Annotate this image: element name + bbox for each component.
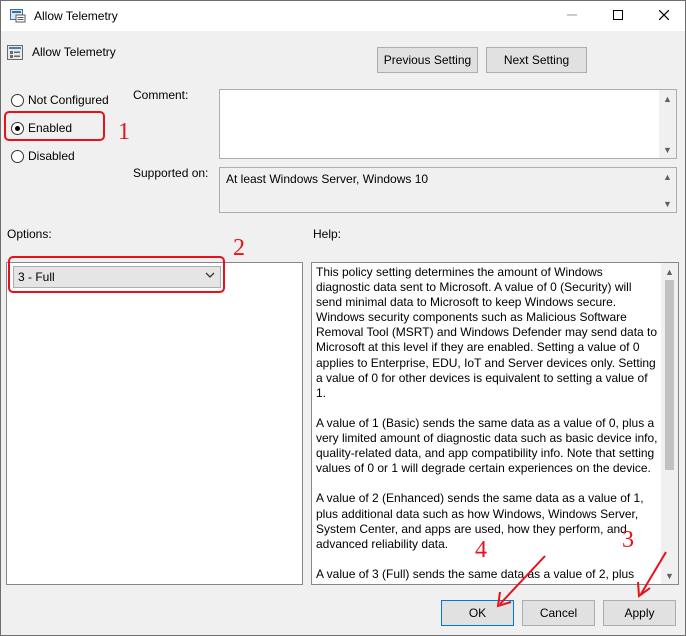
radio-label: Not Configured — [28, 93, 109, 107]
annotation-highlight-enabled — [4, 111, 105, 141]
help-paragraph: A value of 3 (Full) sends the same data … — [316, 566, 635, 581]
comment-scrollbar[interactable]: ▲ ▼ — [659, 90, 676, 158]
chevron-down-icon[interactable]: ▼ — [661, 567, 678, 584]
supported-on-field: At least Windows Server, Windows 10 ▲ ▼ — [219, 167, 677, 213]
options-pane — [6, 262, 303, 585]
close-button[interactable] — [641, 1, 686, 31]
policy-setting-icon — [7, 45, 24, 61]
options-label: Options: — [7, 227, 52, 241]
supported-on-label: Supported on: — [133, 166, 209, 180]
next-setting-button[interactable]: Next Setting — [486, 47, 587, 73]
radio-button[interactable] — [11, 93, 24, 107]
help-scrollbar[interactable]: ▲ ▼ — [661, 263, 678, 584]
radio-not-configured[interactable]: Not Configured — [11, 93, 109, 107]
close-icon — [658, 9, 670, 23]
dialog-window: Allow Telemetry Allow Telemetry Previous… — [0, 0, 686, 636]
help-paragraph: This policy setting determines the amoun… — [316, 265, 658, 400]
annotation-step-2: 2 — [233, 235, 245, 261]
supported-scrollbar[interactable]: ▲ ▼ — [659, 168, 676, 212]
help-paragraph: A value of 2 (Enhanced) sends the same d… — [316, 491, 644, 551]
maximize-button[interactable] — [595, 1, 641, 31]
chevron-up-icon[interactable]: ▲ — [659, 90, 676, 107]
policy-settings-icon — [10, 9, 26, 23]
minimize-button[interactable] — [549, 1, 595, 31]
radio-label: Disabled — [28, 149, 75, 163]
window-title: Allow Telemetry — [34, 9, 118, 23]
title-bar[interactable]: Allow Telemetry — [1, 1, 685, 31]
chevron-down-icon[interactable]: ▼ — [659, 195, 676, 212]
annotation-step-4: 4 — [475, 537, 487, 563]
annotation-step-1: 1 — [118, 119, 130, 145]
radio-button[interactable] — [11, 149, 24, 163]
apply-button[interactable]: Apply — [603, 600, 676, 626]
radio-disabled[interactable]: Disabled — [11, 149, 75, 163]
chevron-down-icon[interactable]: ▼ — [659, 141, 676, 158]
chevron-up-icon[interactable]: ▲ — [659, 168, 676, 185]
policy-name: Allow Telemetry — [32, 45, 116, 59]
help-paragraph: A value of 1 (Basic) sends the same data… — [316, 415, 658, 476]
annotation-step-3: 3 — [622, 527, 634, 553]
minimize-icon — [567, 9, 577, 23]
comment-label: Comment: — [133, 88, 189, 102]
chevron-up-icon[interactable]: ▲ — [661, 263, 678, 280]
cancel-button[interactable]: Cancel — [522, 600, 595, 626]
annotation-highlight-select — [8, 256, 225, 293]
previous-setting-button[interactable]: Previous Setting — [377, 47, 478, 73]
help-label: Help: — [313, 227, 342, 241]
comment-textarea[interactable]: ▲ ▼ — [219, 89, 677, 159]
ok-button[interactable]: OK — [441, 600, 514, 626]
supported-on-value: At least Windows Server, Windows 10 — [226, 172, 429, 186]
help-text: This policy setting determines the amoun… — [316, 265, 658, 584]
maximize-icon — [613, 9, 623, 23]
scrollbar-thumb[interactable] — [665, 280, 674, 470]
